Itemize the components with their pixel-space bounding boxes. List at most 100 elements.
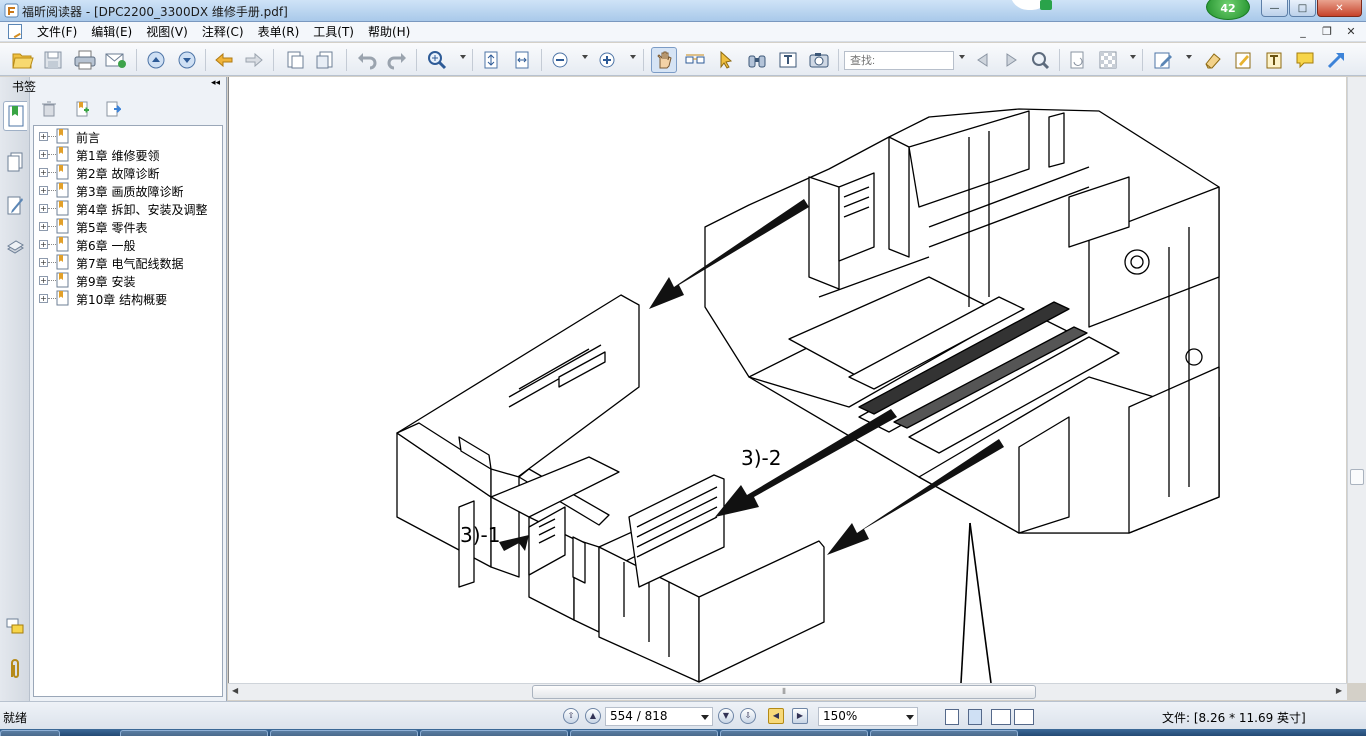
taskbar-item[interactable] (870, 730, 1018, 736)
menu-comment[interactable]: 注释(C) (195, 24, 251, 40)
doc-restore-button[interactable]: ❐ (1320, 25, 1334, 38)
expand-icon[interactable]: + (39, 294, 48, 303)
menu-view[interactable]: 视图(V) (139, 24, 195, 40)
save-button[interactable] (40, 47, 66, 73)
select-annotation-button[interactable] (713, 47, 739, 73)
bookmark-item[interactable]: + 第4章 拆卸、安装及调整 (34, 199, 222, 217)
expand-icon[interactable]: + (39, 222, 48, 231)
email-button[interactable] (103, 47, 129, 73)
taskbar-item[interactable] (720, 730, 868, 736)
start-button[interactable] (0, 730, 60, 736)
vertical-scroll-thumb[interactable] (1350, 469, 1364, 485)
bookmark-item[interactable]: + 第9章 安装 (34, 271, 222, 289)
scroll-left-icon[interactable]: ◀ (232, 686, 238, 695)
layers-tab[interactable] (3, 233, 27, 263)
expand-icon[interactable]: + (39, 204, 48, 213)
zoom-value[interactable]: 150% (823, 709, 857, 723)
expand-icon[interactable]: + (39, 132, 48, 141)
bookmark-label[interactable]: 第3章 画质故障诊断 (76, 183, 183, 200)
highlight-tool-button[interactable] (1230, 47, 1256, 73)
first-page-button[interactable]: ⇧ (563, 708, 579, 724)
zoom-in-dropdown-arrow[interactable] (630, 55, 636, 59)
taskbar-item[interactable] (120, 730, 268, 736)
expand-icon[interactable]: + (39, 186, 48, 195)
comments-panel-tab[interactable] (3, 612, 27, 642)
maximize-button[interactable]: □ (1289, 0, 1316, 17)
undo-button[interactable] (354, 47, 380, 73)
bookmarks-tab[interactable] (3, 101, 27, 131)
rotate-view-button[interactable] (1064, 47, 1090, 73)
fit-page-button[interactable] (478, 47, 504, 73)
bookmark-label[interactable]: 第9章 安装 (76, 273, 135, 290)
zoom-field[interactable]: 150% (818, 707, 918, 726)
transparency-button[interactable] (1095, 47, 1121, 73)
taskbar-item[interactable] (570, 730, 718, 736)
bookmark-label[interactable]: 前言 (76, 129, 100, 146)
hand-tool-button[interactable] (651, 47, 677, 73)
binoculars-button[interactable] (744, 47, 770, 73)
minimize-button[interactable]: — (1261, 0, 1288, 17)
bookmark-label[interactable]: 第5章 零件表 (76, 219, 147, 236)
find-prev-button[interactable] (970, 47, 996, 73)
find-input[interactable] (844, 51, 954, 70)
zoom-in-button[interactable] (594, 47, 620, 73)
redo-button[interactable] (384, 47, 410, 73)
last-page-button[interactable]: ⇩ (740, 708, 756, 724)
pages-tab[interactable] (3, 147, 27, 177)
prev-page-button[interactable] (143, 47, 169, 73)
page-dropdown-arrow[interactable] (701, 715, 709, 720)
bookmark-item[interactable]: + 第7章 电气配线数据 (34, 253, 222, 271)
zoom-dropdown-arrow[interactable] (460, 55, 466, 59)
doc-close-button[interactable]: ✕ (1344, 25, 1358, 38)
menu-edit[interactable]: 编辑(E) (84, 24, 139, 40)
previous-page-button[interactable]: ▲ (585, 708, 601, 724)
note-tool-button[interactable] (1292, 47, 1318, 73)
extract-page-button[interactable] (312, 47, 338, 73)
expand-icon[interactable]: + (39, 276, 48, 285)
new-bookmark-icon[interactable] (74, 101, 90, 117)
notification-badge[interactable]: 42 (1206, 0, 1250, 20)
zoom-out-button[interactable] (547, 47, 573, 73)
taskbar-item[interactable] (420, 730, 568, 736)
vertical-scrollbar[interactable] (1347, 77, 1366, 683)
bookmark-properties-icon[interactable] (105, 101, 121, 117)
eraser-tool-button[interactable] (1200, 47, 1226, 73)
advanced-search-button[interactable] (1027, 47, 1053, 73)
open-button[interactable] (10, 47, 36, 73)
bookmark-label[interactable]: 第7章 电气配线数据 (76, 255, 183, 272)
menu-file[interactable]: 文件(F) (30, 24, 84, 40)
zoom-out-dropdown-arrow[interactable] (582, 55, 588, 59)
menu-help[interactable]: 帮助(H) (361, 24, 417, 40)
close-button[interactable]: ✕ (1317, 0, 1362, 17)
insert-page-button[interactable] (282, 47, 308, 73)
bookmark-item[interactable]: + 第3章 画质故障诊断 (34, 181, 222, 199)
comments-tab[interactable] (3, 190, 27, 220)
print-button[interactable] (72, 47, 98, 73)
bookmark-item[interactable]: + 第6章 一般 (34, 235, 222, 253)
horizontal-scroll-thumb[interactable]: ⦀ (532, 685, 1036, 699)
bookmark-label[interactable]: 第4章 拆卸、安装及调整 (76, 201, 207, 218)
typewriter-button[interactable] (775, 47, 801, 73)
expand-icon[interactable]: + (39, 150, 48, 159)
horizontal-scrollbar[interactable]: ◀ ⦀ ▶ (228, 683, 1347, 700)
bookmark-label[interactable]: 第6章 一般 (76, 237, 135, 254)
pencil-dropdown-arrow[interactable] (1186, 55, 1192, 59)
arrow-tool-button[interactable] (1323, 47, 1349, 73)
doc-minimize-button[interactable]: _ (1296, 25, 1310, 38)
zoom-tool-button[interactable] (424, 47, 450, 73)
find-next-button[interactable] (998, 47, 1024, 73)
expand-icon[interactable]: + (39, 258, 48, 267)
next-page-status-button[interactable]: ▼ (718, 708, 734, 724)
history-back-button[interactable]: ◀ (768, 708, 784, 724)
menu-tools[interactable]: 工具(T) (306, 24, 361, 40)
attachments-tab[interactable] (3, 654, 27, 684)
scroll-right-icon[interactable]: ▶ (1336, 686, 1342, 695)
collapse-panel-button[interactable]: ◂◂ (211, 78, 220, 88)
trash-icon[interactable] (41, 101, 57, 117)
select-text-button[interactable] (682, 47, 708, 73)
forward-button[interactable] (241, 47, 267, 73)
bookmark-label[interactable]: 第10章 结构概要 (76, 291, 167, 308)
page-indicator[interactable]: 554 / 818 (610, 709, 667, 723)
taskbar-item[interactable] (270, 730, 418, 736)
document-page-view[interactable]: 3)-2 3)-1 (228, 77, 1346, 683)
